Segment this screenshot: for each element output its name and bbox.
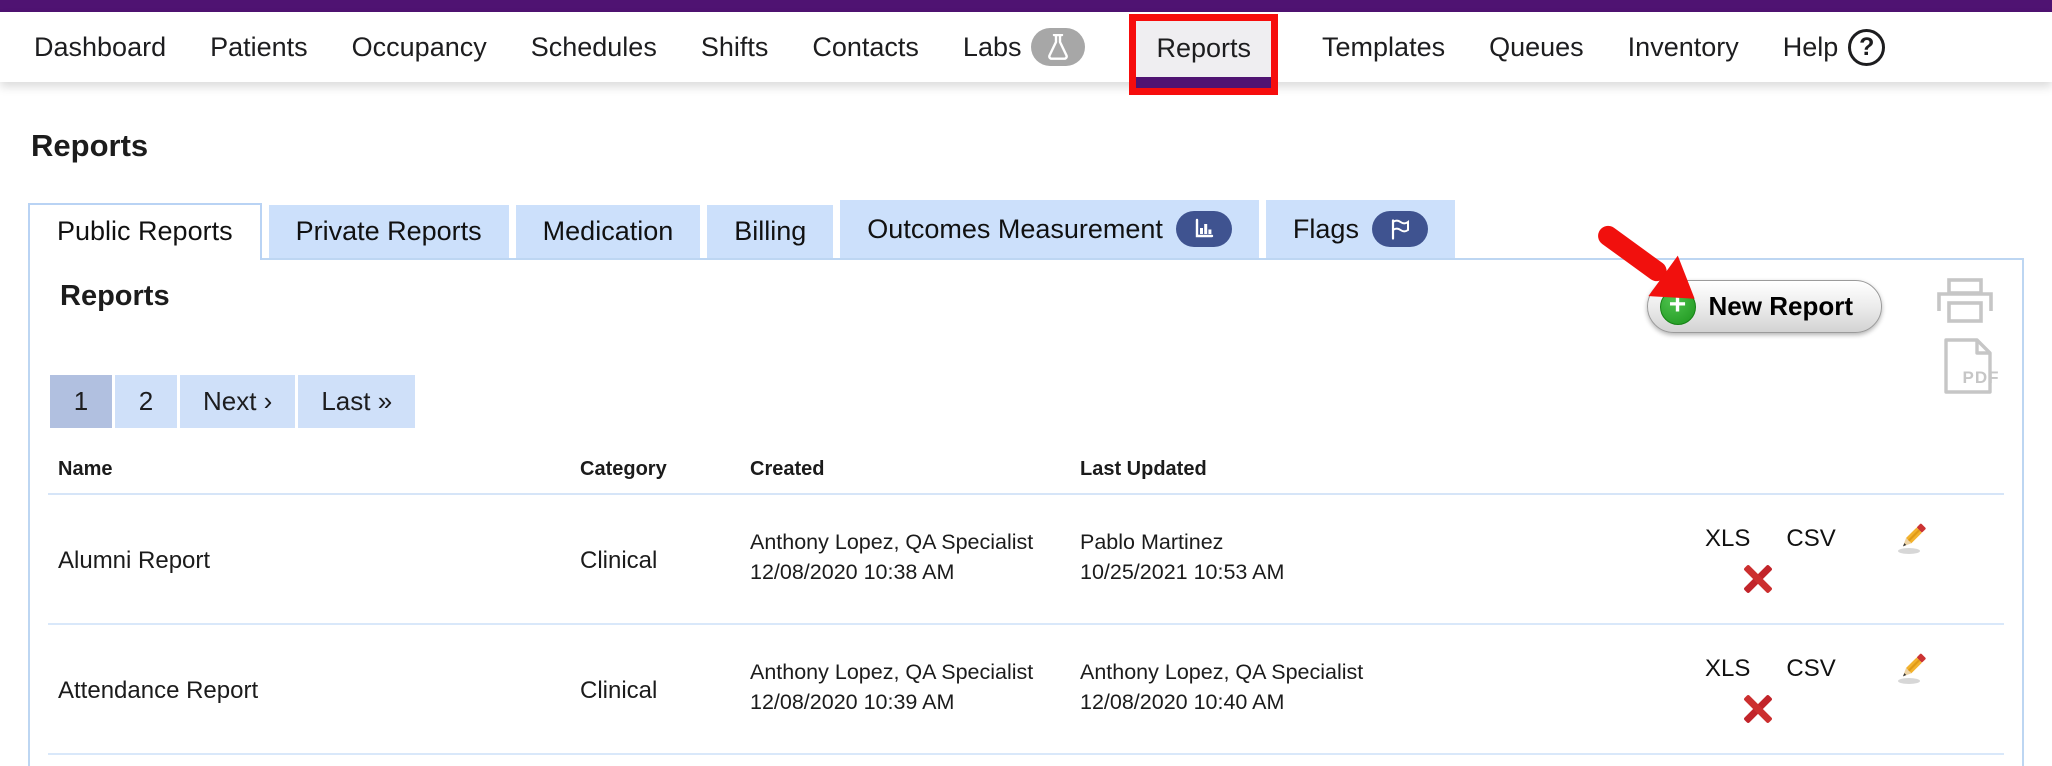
active-nav-underline	[1136, 77, 1271, 88]
updated-by: Anthony Lopez, QA Specialist	[1080, 657, 1705, 687]
tab-label: Private Reports	[296, 216, 482, 247]
updated-at: 12/08/2020 10:40 AM	[1080, 687, 1705, 717]
report-name[interactable]: Alumni Report	[58, 547, 580, 575]
reports-panel: Reports + New Report	[28, 258, 2024, 766]
print-button[interactable]	[1936, 278, 1994, 324]
pencil-icon	[1894, 651, 1930, 687]
report-name[interactable]: Attendance Report	[58, 677, 580, 705]
pagination-last[interactable]: Last »	[298, 375, 415, 428]
nav-item-patients[interactable]: Patients	[210, 32, 308, 63]
pencil-icon	[1894, 521, 1930, 557]
pagination: 1 2 Next › Last »	[50, 375, 2012, 428]
tab-label: Flags	[1293, 214, 1359, 245]
column-header-last-updated: Last Updated	[1080, 458, 1705, 481]
report-category: Clinical	[580, 677, 750, 705]
column-header-name: Name	[58, 458, 580, 481]
nav-item-occupancy[interactable]: Occupancy	[352, 32, 487, 63]
nav-label: Dashboard	[34, 32, 166, 63]
pagination-page-2[interactable]: 2	[115, 375, 177, 428]
nav-label: Contacts	[812, 32, 919, 63]
row-actions: XLS CSV	[1705, 521, 2004, 595]
bar-chart-icon	[1176, 211, 1232, 247]
reports-table: Name Category Created Last Updated Alumn…	[48, 458, 2004, 755]
nav-label: Patients	[210, 32, 308, 63]
created-by: Anthony Lopez, QA Specialist	[750, 527, 1080, 557]
red-x-icon	[1741, 693, 1775, 725]
nav-item-queues[interactable]: Queues	[1489, 32, 1584, 63]
printer-icon	[1936, 278, 1994, 324]
page-title: Reports	[31, 128, 2024, 164]
table-header-row: Name Category Created Last Updated	[48, 458, 2004, 495]
updated-by: Pablo Martinez	[1080, 527, 1705, 557]
pdf-button[interactable]: PDF	[1942, 338, 1994, 394]
updated-at: 10/25/2021 10:53 AM	[1080, 557, 1705, 587]
nav-label: Templates	[1322, 32, 1445, 63]
delete-report-button[interactable]	[1741, 693, 1775, 725]
column-header-actions	[1705, 458, 2004, 481]
edit-report-button[interactable]	[1894, 651, 1930, 687]
main-navbar: Dashboard Patients Occupancy Schedules S…	[0, 12, 2052, 82]
report-created: Anthony Lopez, QA Specialist 12/08/2020 …	[750, 527, 1080, 595]
nav-item-dashboard[interactable]: Dashboard	[34, 32, 166, 63]
created-at: 12/08/2020 10:39 AM	[750, 687, 1080, 717]
tab-flags[interactable]: Flags	[1266, 200, 1455, 258]
nav-item-schedules[interactable]: Schedules	[531, 32, 657, 63]
nav-label: Reports	[1156, 33, 1251, 64]
tab-private-reports[interactable]: Private Reports	[269, 205, 509, 258]
nav-item-inventory[interactable]: Inventory	[1628, 32, 1739, 63]
column-header-created: Created	[750, 458, 1080, 481]
nav-item-labs[interactable]: Labs	[963, 28, 1086, 66]
report-category: Clinical	[580, 547, 750, 575]
flag-icon	[1372, 211, 1428, 247]
nav-label: Inventory	[1628, 32, 1739, 63]
tab-public-reports[interactable]: Public Reports	[28, 203, 262, 260]
created-by: Anthony Lopez, QA Specialist	[750, 657, 1080, 687]
new-report-label: New Report	[1709, 291, 1853, 322]
table-row: Attendance Report Clinical Anthony Lopez…	[48, 625, 2004, 755]
export-csv-link[interactable]: CSV	[1786, 655, 1835, 683]
new-report-button[interactable]: + New Report	[1647, 280, 1882, 333]
tab-label: Public Reports	[57, 216, 233, 247]
tab-label: Outcomes Measurement	[867, 214, 1163, 245]
top-accent-bar	[0, 0, 2052, 12]
pdf-icon-label: PDF	[1963, 368, 2000, 388]
nav-item-shifts[interactable]: Shifts	[701, 32, 769, 63]
column-header-category: Category	[580, 458, 750, 481]
nav-label: Labs	[963, 32, 1022, 63]
created-at: 12/08/2020 10:38 AM	[750, 557, 1080, 587]
tab-label: Billing	[734, 216, 806, 247]
nav-item-templates[interactable]: Templates	[1322, 32, 1445, 63]
report-last-updated: Anthony Lopez, QA Specialist 12/08/2020 …	[1080, 657, 1705, 725]
question-mark-icon: ?	[1848, 29, 1885, 66]
export-csv-link[interactable]: CSV	[1786, 525, 1835, 553]
report-tabs: Public Reports Private Reports Medicatio…	[28, 200, 2024, 258]
tab-billing[interactable]: Billing	[707, 205, 833, 258]
pagination-page-1[interactable]: 1	[50, 375, 112, 428]
plus-icon: +	[1660, 289, 1696, 325]
report-created: Anthony Lopez, QA Specialist 12/08/2020 …	[750, 657, 1080, 725]
nav-label: Occupancy	[352, 32, 487, 63]
report-last-updated: Pablo Martinez 10/25/2021 10:53 AM	[1080, 527, 1705, 595]
nav-item-reports[interactable]: Reports	[1129, 14, 1278, 95]
export-xls-link[interactable]: XLS	[1705, 525, 1750, 553]
nav-item-contacts[interactable]: Contacts	[812, 32, 919, 63]
edit-report-button[interactable]	[1894, 521, 1930, 557]
nav-item-help[interactable]: Help ?	[1783, 29, 1886, 66]
export-xls-link[interactable]: XLS	[1705, 655, 1750, 683]
flask-icon	[1031, 28, 1085, 66]
tab-label: Medication	[543, 216, 674, 247]
table-row: Alumni Report Clinical Anthony Lopez, QA…	[48, 495, 2004, 625]
tab-medication[interactable]: Medication	[516, 205, 701, 258]
tab-outcomes-measurement[interactable]: Outcomes Measurement	[840, 200, 1259, 258]
nav-label: Queues	[1489, 32, 1584, 63]
red-x-icon	[1741, 563, 1775, 595]
nav-label: Help	[1783, 32, 1839, 63]
delete-report-button[interactable]	[1741, 563, 1775, 595]
row-actions: XLS CSV	[1705, 651, 2004, 725]
nav-label: Schedules	[531, 32, 657, 63]
nav-label: Shifts	[701, 32, 769, 63]
pagination-next[interactable]: Next ›	[180, 375, 295, 428]
page-content: Reports Public Reports Private Reports M…	[0, 128, 2052, 766]
